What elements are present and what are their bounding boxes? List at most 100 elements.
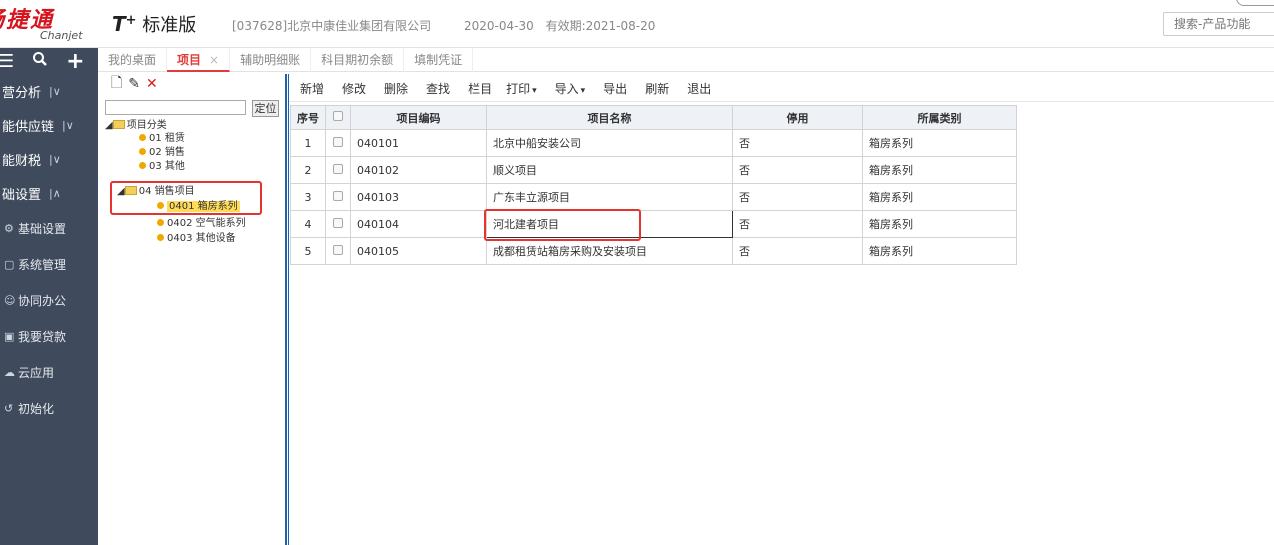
refresh-button[interactable]: 刷新	[645, 80, 669, 98]
sidebar-item-collaboration[interactable]: ☺ 协同办公	[0, 282, 98, 318]
tab-aux-detail-ledger[interactable]: 辅助明细账	[230, 47, 312, 72]
tree-node-0403[interactable]: 0403 其他设备	[157, 233, 236, 245]
find-button[interactable]: 查找	[426, 80, 450, 98]
leaf-dot-icon	[139, 134, 146, 141]
search-icon[interactable]	[32, 51, 48, 72]
cell-disabled[interactable]: 否	[732, 129, 863, 157]
tree-toolbar: 🗋 ✎ ✕	[105, 74, 283, 94]
cell-name[interactable]: 顺义项目	[486, 156, 733, 184]
table-row[interactable]: 1 040101 北京中船安装公司 否 箱房系列	[290, 129, 1017, 157]
row-checkbox[interactable]	[333, 217, 343, 228]
delete-button[interactable]: 删除	[384, 80, 408, 98]
sidebar-section-tax[interactable]: 能财税 |∨	[0, 142, 98, 176]
sidebar-item-basic-settings[interactable]: ⚙ 基础设置	[0, 210, 98, 246]
tab-opening-balance[interactable]: 科目期初余额	[311, 47, 405, 72]
cell-disabled[interactable]: 否	[732, 183, 863, 211]
cell-code[interactable]: 040102	[350, 156, 487, 184]
chanjet-logo[interactable]: 畅捷通 Chanjet	[0, 2, 98, 46]
sidebar-item-system-admin[interactable]: ▢ 系统管理	[0, 246, 98, 282]
tab-desktop[interactable]: 我的桌面	[98, 47, 168, 72]
sidebar-item-init[interactable]: ↺ 初始化	[0, 390, 98, 426]
corner-badge[interactable]	[1236, 0, 1274, 6]
tree-node-03[interactable]: 03 其他	[139, 161, 185, 173]
cell-category[interactable]: 箱房系列	[862, 156, 1017, 184]
column-header-no[interactable]: 序号	[290, 105, 326, 130]
category-tree-panel: 🗋 ✎ ✕ 定位 ◢ 项目分类 01 租赁 02 销售 03 其他 ◢ 04 销售项…	[105, 74, 283, 545]
column-header-code[interactable]: 项目编码	[350, 105, 487, 130]
edit-button[interactable]: 修改	[342, 80, 366, 98]
tree-node-0402[interactable]: 0402 空气能系列	[157, 218, 246, 230]
tree-node-root[interactable]: ◢ 项目分类	[105, 120, 167, 132]
cell-category[interactable]: 箱房系列	[862, 237, 1017, 265]
close-icon[interactable]: ×	[209, 53, 219, 67]
sidebar-section-supply-chain[interactable]: 能供应链 |∨	[0, 108, 98, 142]
sidebar-item-cloud-apps[interactable]: ☁ 云应用	[0, 354, 98, 390]
tree-node-01[interactable]: 01 租赁	[139, 133, 185, 145]
row-checkbox[interactable]	[333, 190, 343, 201]
cell-checkbox[interactable]	[325, 129, 351, 157]
search-input[interactable]	[1163, 12, 1274, 36]
row-checkbox[interactable]	[333, 136, 343, 147]
column-header-category[interactable]: 所属类别	[862, 105, 1017, 130]
column-header-name[interactable]: 项目名称	[486, 105, 733, 130]
row-checkbox[interactable]	[333, 163, 343, 174]
sidebar-item-loan[interactable]: ▣ 我要贷款	[0, 318, 98, 354]
tab-project[interactable]: 项目 ×	[167, 47, 231, 72]
columns-button[interactable]: 栏目	[468, 80, 492, 98]
add-button[interactable]: 新增	[300, 80, 324, 98]
cell-name[interactable]: 成都租赁站箱房采购及安装项目	[486, 237, 733, 265]
import-button[interactable]: 导入 ▾	[555, 80, 586, 98]
expand-triangle-icon[interactable]: ◢	[105, 120, 113, 131]
section-label: 能供应链	[2, 119, 55, 135]
loan-icon: ▣	[4, 329, 15, 343]
select-all-checkbox[interactable]	[333, 111, 343, 121]
print-button[interactable]: 打印 ▾	[506, 80, 537, 98]
tree-locate-row: 定位	[105, 100, 279, 117]
cell-code[interactable]: 040101	[350, 129, 487, 157]
sidebar-section-analysis[interactable]: 营分析 |∨	[0, 74, 98, 108]
sidebar-section-basic-settings[interactable]: 础设置 |∧	[0, 176, 98, 210]
cell-disabled[interactable]: 否	[732, 156, 863, 184]
folder-icon: ▢	[4, 257, 15, 271]
cell-name[interactable]: 北京中船安装公司	[486, 129, 733, 157]
table-row[interactable]: 2 040102 顺义项目 否 箱房系列	[290, 156, 1017, 184]
cell-checkbox[interactable]	[325, 237, 351, 265]
menu-icon[interactable]: ☰	[0, 51, 14, 72]
cell-category[interactable]: 箱房系列	[862, 129, 1017, 157]
cell-code[interactable]: 040104	[350, 210, 487, 238]
sidebar-top-icons: ☰ +	[0, 48, 98, 74]
grid-highlight-box	[484, 209, 641, 241]
tab-label: 填制凭证	[414, 52, 463, 67]
cell-code[interactable]: 040105	[350, 237, 487, 265]
column-header-checkbox[interactable]	[325, 105, 351, 130]
tree-search-input[interactable]	[105, 100, 246, 115]
row-checkbox[interactable]	[333, 244, 343, 255]
add-icon[interactable]: +	[66, 49, 84, 74]
table-row[interactable]: 3 040103 广东丰立源项目 否 箱房系列	[290, 183, 1017, 211]
cell-checkbox[interactable]	[325, 156, 351, 184]
column-header-disabled[interactable]: 停用	[732, 105, 863, 130]
edit-icon[interactable]: ✎	[128, 76, 140, 92]
table-row[interactable]: 4 040104 河北建者项目 否 箱房系列	[290, 210, 1017, 238]
panel-splitter[interactable]	[285, 74, 289, 545]
tab-fill-voucher[interactable]: 填制凭证	[404, 47, 474, 72]
cell-name[interactable]: 广东丰立源项目	[486, 183, 733, 211]
tree-node-02[interactable]: 02 销售	[139, 147, 185, 159]
exit-button[interactable]: 退出	[687, 80, 711, 98]
export-button[interactable]: 导出	[603, 80, 627, 98]
cell-checkbox[interactable]	[325, 183, 351, 211]
tree-node-label: 0402 空气能系列	[167, 218, 246, 229]
cell-disabled[interactable]: 否	[732, 210, 863, 238]
cell-category[interactable]: 箱房系列	[862, 183, 1017, 211]
locate-button[interactable]: 定位	[252, 100, 279, 117]
section-label: 营分析	[2, 85, 42, 101]
delete-icon[interactable]: ✕	[146, 76, 158, 92]
cell-disabled[interactable]: 否	[732, 237, 863, 265]
grid-toolbar: 新增 修改 删除 查找 栏目 打印 ▾ 导入 ▾ 导出 刷新 退出	[300, 80, 729, 98]
cell-code[interactable]: 040103	[350, 183, 487, 211]
cell-checkbox[interactable]	[325, 210, 351, 238]
cell-category[interactable]: 箱房系列	[862, 210, 1017, 238]
new-file-icon[interactable]: 🗋	[111, 72, 122, 96]
table-row[interactable]: 5 040105 成都租赁站箱房采购及安装项目 否 箱房系列	[290, 237, 1017, 265]
import-label: 导入	[554, 82, 579, 96]
